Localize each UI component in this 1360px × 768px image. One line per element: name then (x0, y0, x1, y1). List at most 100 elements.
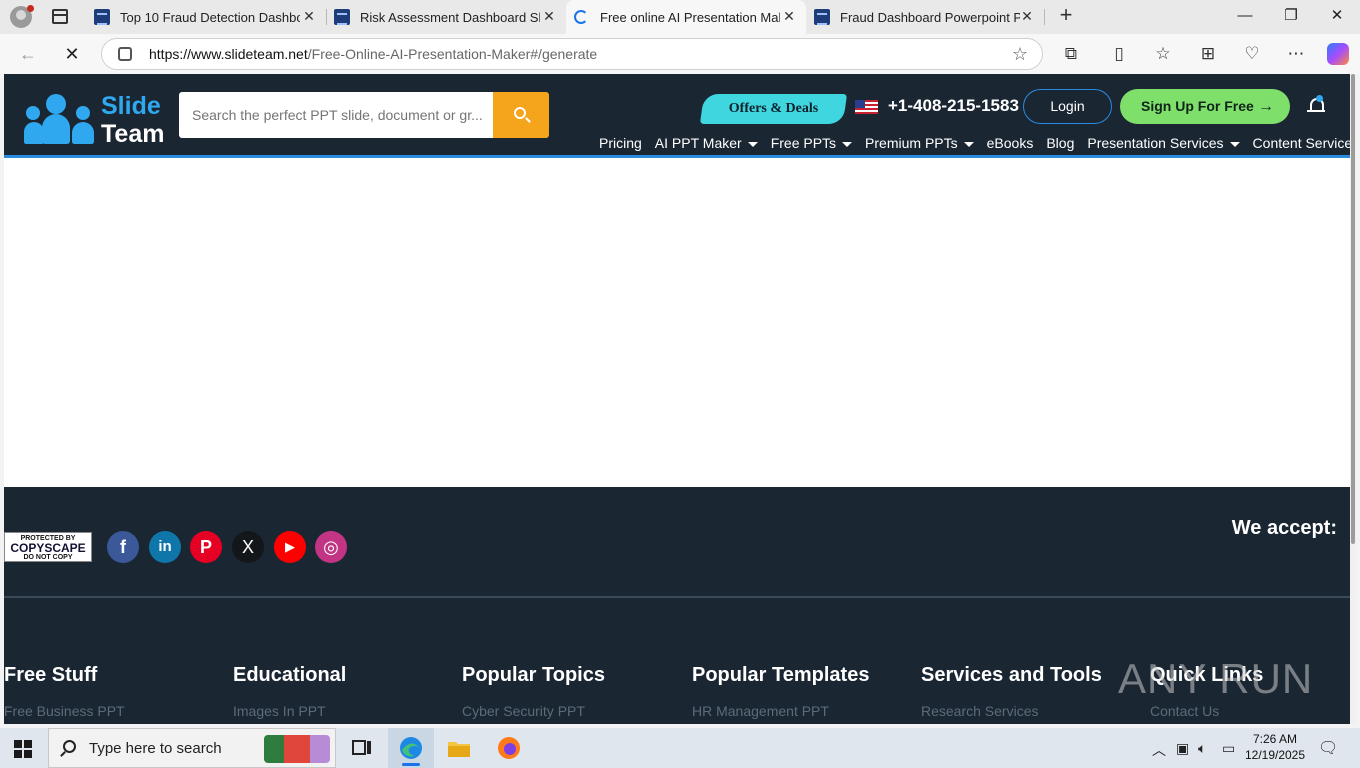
url-text[interactable]: https://www.slideteam.net/Free-Online-AI… (149, 46, 597, 62)
footer-col-popular-topics: Popular Topics Cyber Security PPT (462, 664, 682, 719)
footer-link[interactable]: Images In PPT (233, 703, 453, 719)
close-window-button[interactable]: ✕ (1314, 0, 1360, 34)
search-button[interactable] (493, 92, 549, 138)
caret-down-icon (747, 142, 758, 147)
web-page: Slide Team Offers & Deals +1-408-215-158… (4, 74, 1350, 724)
page-content-loading (4, 161, 1350, 487)
extensions-icon[interactable]: ⧉ (1060, 43, 1082, 65)
tab-fraud-dashboard[interactable]: Fraud Dashboard Powerpoint Ppt ✕ (806, 0, 1044, 34)
browser-toolbar: ← ✕ https://www.slideteam.net/Free-Onlin… (0, 34, 1360, 74)
search-icon (63, 740, 76, 753)
copilot-icon[interactable] (1327, 43, 1349, 65)
footer-link[interactable]: Contact Us (1150, 703, 1340, 719)
nav-item-blog[interactable]: Blog (1046, 135, 1074, 151)
we-accept-label: We accept: (1231, 517, 1337, 539)
offers-deals-button[interactable]: Offers & Deals (699, 94, 848, 124)
nav-label: Free PPTs (770, 135, 837, 151)
site-info-icon[interactable] (118, 47, 132, 61)
tab-fraud-detection[interactable]: Top 10 Fraud Detection Dashboar ✕ (86, 0, 326, 34)
favorites-icon[interactable]: ☆ (1152, 43, 1174, 65)
instagram-icon[interactable]: ◎ (315, 531, 347, 563)
nav-item-content-services[interactable]: Content Services (1253, 135, 1350, 151)
browser-essentials-icon[interactable]: ♡ (1241, 43, 1263, 65)
copyscape-line3: DO NOT COPY (23, 554, 73, 561)
file-explorer-icon[interactable] (445, 734, 473, 762)
footer-heading: Services and Tools (921, 664, 1102, 686)
footer-heading: Educational (233, 664, 347, 686)
edge-browser-icon[interactable] (397, 734, 425, 762)
volume-icon[interactable]: 🔈︎ (1198, 740, 1206, 757)
pinterest-icon[interactable]: P (190, 531, 222, 563)
nav-item-premium-ppts[interactable]: Premium PPTs (865, 135, 974, 151)
slideteam-favicon-icon (814, 9, 830, 25)
address-bar[interactable]: https://www.slideteam.net/Free-Online-AI… (101, 38, 1043, 70)
close-tab-icon[interactable]: ✕ (1018, 8, 1036, 25)
nav-label: eBooks (986, 135, 1034, 151)
slideteam-favicon-icon (94, 9, 110, 25)
phone-number[interactable]: +1-408-215-1583 (888, 96, 1019, 116)
stop-loading-icon[interactable]: ✕ (60, 42, 84, 66)
x-icon[interactable]: X (232, 531, 264, 563)
nav-item-pricing[interactable]: Pricing (599, 135, 642, 151)
nav-item-ebooks[interactable]: eBooks (987, 135, 1034, 151)
copyscape-badge[interactable]: PROTECTED BY COPYSCAPE DO NOT COPY (4, 532, 92, 562)
tab-title: Free online AI Presentation Maker (600, 9, 780, 25)
main-nav: Pricing AI PPT Maker Free PPTs Premium P… (599, 135, 1350, 151)
login-button[interactable]: Login (1023, 89, 1112, 124)
tab-ai-presentation-maker[interactable]: Free online AI Presentation Maker ✕ (566, 0, 806, 34)
new-tab-button[interactable]: + (1055, 4, 1077, 27)
linkedin-icon[interactable]: in (149, 531, 181, 563)
tab-actions-icon[interactable] (52, 9, 68, 24)
taskbar-clock[interactable]: 7:26 AM 12/19/2025 (1242, 731, 1308, 763)
url-host: https://www.slideteam.net (149, 46, 308, 62)
slideteam-logo[interactable]: Slide Team (24, 90, 164, 148)
signup-button[interactable]: Sign Up For Free → (1120, 89, 1290, 124)
show-hidden-icons-icon[interactable]: ︿ (1152, 740, 1166, 760)
scrollbar-thumb[interactable] (1351, 74, 1355, 544)
anyrun-watermark: ANY RUN (1118, 655, 1314, 702)
close-tab-icon[interactable]: ✕ (300, 8, 318, 25)
notifications-icon[interactable]: 🗨︎ (1318, 738, 1338, 758)
page-scrollbar[interactable] (1350, 74, 1356, 724)
arrow-right-icon: → (1258, 98, 1274, 115)
collections-icon[interactable]: ⊞ (1197, 43, 1219, 65)
nav-label: Presentation Services (1087, 135, 1224, 151)
settings-more-icon[interactable]: ⋯ (1285, 43, 1307, 65)
close-tab-icon[interactable]: ✕ (780, 8, 798, 25)
clock-time: 7:26 AM (1252, 732, 1298, 746)
tab-risk-assessment[interactable]: Risk Assessment Dashboard Show ✕ (326, 0, 566, 34)
taskbar-search-text: Type here to search (89, 740, 222, 757)
url-path: /Free-Online-AI-Presentation-Maker#/gene… (307, 46, 598, 62)
minimize-button[interactable]: — (1222, 0, 1268, 34)
taskbar-search[interactable]: Type here to search (48, 728, 336, 768)
split-screen-icon[interactable]: ▯ (1108, 43, 1130, 65)
favorite-star-icon[interactable]: ☆ (1012, 44, 1028, 65)
footer-heading: Popular Topics (462, 664, 605, 686)
browser-tab-strip: Top 10 Fraud Detection Dashboar ✕ Risk A… (0, 0, 1360, 34)
windows-start-icon[interactable] (14, 740, 32, 758)
nav-item-ai-ppt-maker[interactable]: AI PPT Maker (655, 135, 758, 151)
network-icon[interactable]: ▭ (1222, 740, 1235, 757)
footer-link[interactable]: Cyber Security PPT (462, 703, 682, 719)
firefox-icon[interactable] (495, 734, 523, 762)
back-icon[interactable]: ← (16, 42, 40, 66)
facebook-icon[interactable]: f (107, 531, 139, 563)
search-icon (514, 107, 526, 119)
nav-item-presentation-services[interactable]: Presentation Services (1087, 135, 1240, 151)
footer-link[interactable]: Free Business PPT (4, 703, 224, 719)
footer-heading: Popular Templates (692, 664, 870, 686)
restore-button[interactable]: ❐ (1268, 0, 1314, 34)
youtube-icon[interactable]: ▶ (274, 531, 306, 563)
close-tab-icon[interactable]: ✕ (540, 8, 558, 25)
profile-notification-dot (27, 5, 34, 12)
nav-item-free-ppts[interactable]: Free PPTs (770, 135, 853, 151)
footer-col-services-tools: Services and Tools Research Services (921, 664, 1141, 719)
footer-link[interactable]: Research Services (921, 703, 1141, 719)
search-input[interactable] (179, 92, 493, 138)
nav-label: AI PPT Maker (654, 135, 742, 151)
footer-link[interactable]: HR Management PPT (692, 703, 912, 719)
meet-now-icon[interactable]: ▣ (1176, 740, 1189, 757)
tab-separator (1044, 9, 1045, 25)
slideteam-favicon-icon (334, 9, 350, 25)
task-view-icon[interactable] (348, 734, 376, 762)
